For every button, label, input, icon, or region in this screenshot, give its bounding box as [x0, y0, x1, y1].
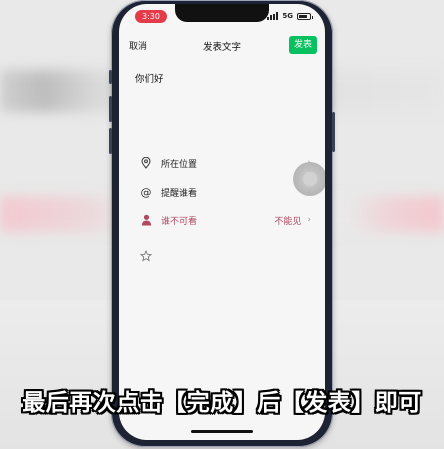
chevron-right-icon: › [307, 215, 311, 225]
option-location-label: 所在位置 [161, 159, 198, 170]
status-indicators: 5G [267, 11, 313, 21]
post-text-input[interactable]: 你们好 [135, 71, 164, 85]
location-pin-icon [139, 156, 153, 170]
at-icon: @ [140, 185, 152, 199]
mute-switch [109, 70, 112, 84]
phone-frame: 3:30 5G 取消 发表文字 发表 你们好 所在位置 › @ 提醒谁看 › [109, 0, 335, 447]
notch [175, 4, 269, 22]
volume-up-button [109, 96, 112, 122]
signal-icon [267, 12, 279, 20]
phone-screen: 3:30 5G 取消 发表文字 发表 你们好 所在位置 › @ 提醒谁看 › [119, 4, 325, 440]
option-remind-label: 提醒谁看 [161, 188, 198, 199]
battery-icon [297, 12, 313, 20]
volume-down-button [109, 128, 112, 154]
option-visibility[interactable]: 谁不可看 不能见 › [139, 212, 311, 228]
option-location[interactable]: 所在位置 › [139, 155, 311, 171]
home-indicator [191, 430, 253, 433]
power-button [332, 112, 335, 152]
nav-bar: 取消 发表文字 发表 [119, 36, 325, 56]
subtitle-caption: 最后再次点击【完成】后【发表】即可 [22, 390, 422, 416]
option-remind[interactable]: @ 提醒谁看 › [139, 184, 312, 200]
option-visibility-value: 不能见 [274, 216, 302, 227]
person-icon [139, 213, 153, 227]
star-icon [139, 249, 153, 263]
option-extra[interactable] [139, 248, 311, 264]
publish-button[interactable]: 发表 [289, 36, 317, 54]
network-type: 5G [282, 12, 293, 20]
touch-indicator [293, 162, 325, 196]
status-time: 3:30 [135, 10, 167, 23]
option-visibility-label: 谁不可看 [161, 216, 198, 227]
